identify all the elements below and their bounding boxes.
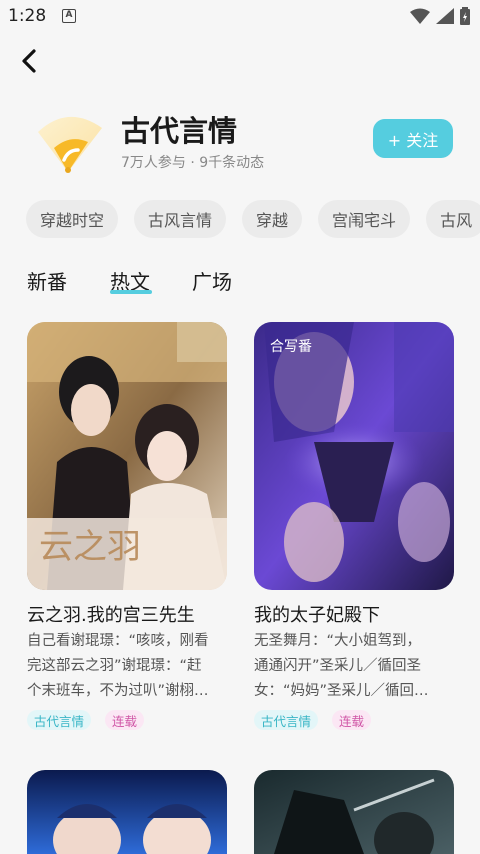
active-tab-indicator [110, 290, 152, 294]
desc-line: 女：“妈妈”圣采儿／循回… [254, 683, 429, 699]
tag-chip[interactable]: 穿越 [242, 200, 303, 238]
status-icons [410, 7, 470, 25]
follow-button[interactable]: + 关注 [373, 119, 453, 158]
topic-title: 古代言情 [121, 114, 238, 148]
desc-line: 通通闪开”圣采儿／循回圣 [254, 658, 422, 674]
serial-chip: 连载 [105, 710, 145, 730]
tab-new[interactable]: 新番 [27, 266, 67, 295]
tab-square[interactable]: 广场 [192, 266, 232, 295]
status-bar: 1:28 A [0, 0, 480, 32]
card-cover-image[interactable] [27, 770, 227, 854]
card-cover-image[interactable] [254, 770, 454, 854]
tag-chip[interactable]: 古风言情 [134, 200, 227, 238]
status-time: 1:28 [8, 6, 47, 26]
desc-line: 自己看谢琨璟：“咳咳，刚看 [27, 633, 209, 649]
tag-row: 穿越时空 古风言情 穿越 宫闱宅斗 古风 [26, 200, 480, 238]
card-description: 自己看谢琨璟：“咳咳，刚看 完这部云之羽”谢琨璟：“赶 个末班车，不为过叭”谢栩… [27, 629, 227, 704]
card-description: 无圣舞月：“大小姐驾到， 通通闪开”圣采儿／循回圣 女：“妈妈”圣采儿／循回… [254, 629, 454, 704]
desc-line: 个末班车，不为过叭”谢栩… [27, 683, 209, 699]
wifi-icon [410, 8, 430, 24]
cover-art [27, 770, 227, 854]
desc-line: 完这部云之羽”谢琨璟：“赶 [27, 658, 202, 674]
serial-chip: 连载 [332, 710, 372, 730]
cover-art [254, 770, 454, 854]
back-button[interactable] [14, 46, 44, 76]
back-arrow-icon [22, 49, 36, 73]
card-cover-image[interactable]: 云之羽 [27, 322, 227, 590]
signal-icon [436, 8, 454, 24]
cover-art: 云之羽 [27, 322, 227, 590]
fan-icon [38, 116, 102, 173]
card-title[interactable]: 云之羽.我的宫三先生 [27, 601, 195, 627]
desc-line: 无圣舞月：“大小姐驾到， [254, 633, 422, 649]
genre-chip[interactable]: 古代言情 [27, 710, 92, 730]
battery-icon [460, 7, 470, 25]
tag-chip[interactable]: 古风 [426, 200, 480, 238]
genre-chip[interactable]: 古代言情 [254, 710, 319, 730]
topic-fan-icon [32, 110, 104, 176]
topic-stats: 7万人参与 · 9千条动态 [121, 155, 265, 171]
coop-badge: 合写番 [270, 339, 312, 355]
tag-chip[interactable]: 穿越时空 [26, 200, 119, 238]
cover-art [254, 322, 454, 590]
card-title[interactable]: 我的太子妃殿下 [254, 601, 380, 627]
cover-title-text: 云之羽 [39, 527, 141, 567]
card-cover-image[interactable]: 合写番 [254, 322, 454, 590]
tag-chip[interactable]: 宫闱宅斗 [318, 200, 411, 238]
notification-icon: A [62, 9, 76, 23]
